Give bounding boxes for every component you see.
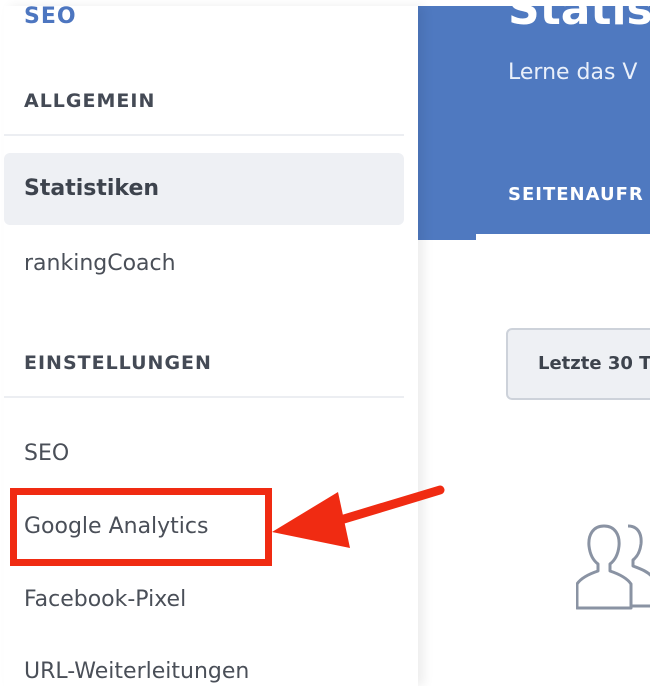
sidebar-item-facebook-pixel[interactable]: Facebook-Pixel [4,564,404,636]
sidebar-item-url-weiterleitungen[interactable]: URL-Weiterleitungen [4,636,404,686]
section-header-allgemein: ALLGEMEIN [24,90,156,112]
app-window: SEO ALLGEMEIN Statistiken rankingCoach E… [0,0,650,686]
tab-seitenaufrufe[interactable]: SEITENAUFR [508,184,644,205]
arrow-left-icon [268,470,448,564]
hero-banner: Statis Lerne das V SEITENAUFR [418,6,650,240]
page-subtitle: Lerne das V [508,60,638,85]
active-tab-indicator [476,234,650,240]
date-range-button[interactable]: Letzte 30 T [506,328,650,400]
sidebar-title: SEO [24,4,77,29]
section-header-einstellungen: EINSTELLUNGEN [24,352,212,374]
sidebar-item-statistiken[interactable]: Statistiken [4,153,404,225]
divider [4,134,404,136]
users-icon [575,516,650,616]
main-panel: Statis Lerne das V SEITENAUFR Letzte 30 … [418,6,650,686]
sidebar: SEO ALLGEMEIN Statistiken rankingCoach E… [4,6,418,686]
sidebar-item-rankingcoach[interactable]: rankingCoach [4,228,404,300]
page-title: Statis [508,6,650,35]
divider [4,396,404,398]
